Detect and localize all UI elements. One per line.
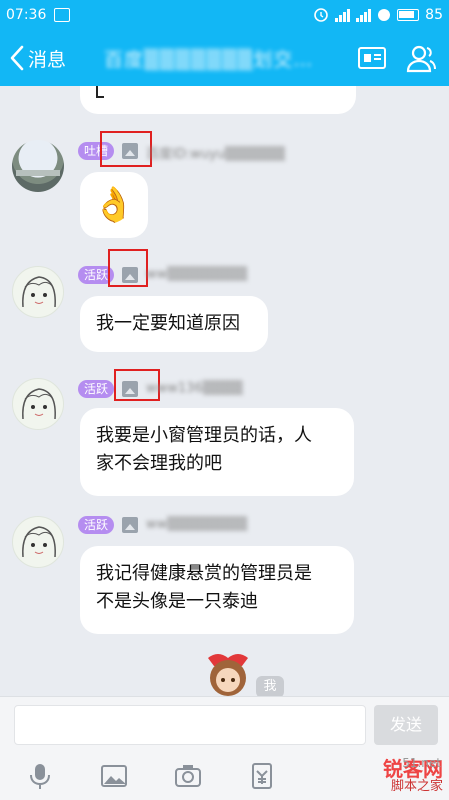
avatar[interactable] xyxy=(12,516,64,568)
message-bubble[interactable]: 👌 xyxy=(80,172,148,238)
self-avatar[interactable] xyxy=(200,652,256,696)
signal-icon xyxy=(356,8,372,22)
avatar[interactable] xyxy=(12,378,64,430)
battery-icon xyxy=(397,9,420,21)
signal-icon xyxy=(335,8,351,22)
sender-nickname: ww▒▒▒▒▒▒▒▒ xyxy=(146,517,247,532)
battery-level: 85 xyxy=(425,7,443,23)
image-icon xyxy=(122,517,138,533)
chat-title: 百度▒▒▒▒▒▒▒划交… xyxy=(104,48,314,71)
toolbar: 锐客网 脚本之家 51.net xyxy=(0,750,449,800)
highlight-box xyxy=(100,131,152,167)
message-text-line: 我记得健康悬赏的管理员是 xyxy=(96,563,312,584)
profile-card-icon[interactable] xyxy=(357,45,387,71)
red-packet-icon[interactable] xyxy=(248,762,276,790)
status-time: 07:36 xyxy=(6,7,47,23)
alarm-icon xyxy=(314,8,328,22)
microphone-icon[interactable] xyxy=(26,762,54,790)
message-text-line: 我要是小窗管理员的话，人 xyxy=(96,425,312,446)
sender-nickname: www136▒▒▒▒ xyxy=(146,381,243,396)
rank-badge: 活跃 xyxy=(78,516,115,534)
image-icon[interactable] xyxy=(100,762,128,790)
message-input[interactable] xyxy=(14,705,366,745)
highlight-box xyxy=(108,249,148,287)
input-bar: 发送 xyxy=(0,696,449,750)
rank-badge: 活跃 xyxy=(78,380,115,398)
back-label: 消息 xyxy=(28,48,67,71)
message-bubble[interactable]: 我要是小窗管理员的话，人 家不会理我的吧 xyxy=(80,408,354,496)
anime-avatar-icon xyxy=(22,276,56,308)
send-button[interactable]: 发送 xyxy=(374,705,438,745)
ok-hand-emoji: 👌 xyxy=(92,185,136,225)
message-text-line: 家不会理我的吧 xyxy=(96,453,222,474)
sender-nickname-text: ww▒▒▒▒▒▒▒▒ xyxy=(146,517,248,532)
avatar[interactable] xyxy=(12,140,64,192)
girl-avatar-icon xyxy=(208,654,248,696)
sender-nickname-text: www136▒▒▒▒ xyxy=(146,381,243,396)
sender-nickname: 百度ID:wuyu▒▒▒▒▒▒ xyxy=(146,143,285,162)
data-icon xyxy=(378,9,391,21)
message-text-line: 不是头像是一只泰迪 xyxy=(96,591,258,612)
notification-icon xyxy=(54,8,71,22)
watermark-line: 脚本之家 xyxy=(390,779,443,794)
message-bubble[interactable] xyxy=(80,86,356,114)
sender-nickname-text: 百度ID:wuyu▒▒▒▒▒▒ xyxy=(146,147,286,162)
message-bubble[interactable]: 我一定要知道原因 xyxy=(80,296,268,352)
bubble-fragment xyxy=(96,86,104,98)
title-bar: 消息 百度▒▒▒▒▒▒▒划交… xyxy=(0,30,449,86)
anime-avatar-icon xyxy=(22,526,56,558)
chat-list[interactable]: 吐槽 百度ID:wuyu▒▒▒▒▒▒ 👌 活跃 ww▒▒▒▒▒▒▒▒ 我一定要知… xyxy=(0,86,449,696)
chevron-left-icon xyxy=(10,45,24,71)
avatar[interactable] xyxy=(12,266,64,318)
self-badge: 我 xyxy=(256,676,284,696)
anime-avatar-icon xyxy=(22,388,56,420)
back-button[interactable]: 消息 xyxy=(8,45,66,72)
message-text: 我一定要知道原因 xyxy=(96,313,240,334)
watermark-url: 51.net xyxy=(402,756,441,770)
group-members-icon[interactable] xyxy=(405,42,437,74)
sender-nickname: ww▒▒▒▒▒▒▒▒ xyxy=(146,267,247,282)
status-bar: 07:36 85 xyxy=(0,0,449,30)
sender-nickname-text: ww▒▒▒▒▒▒▒▒ xyxy=(146,267,248,282)
message-bubble[interactable]: 我记得健康悬赏的管理员是 不是头像是一只泰迪 xyxy=(80,546,354,634)
camera-icon[interactable] xyxy=(174,762,202,790)
